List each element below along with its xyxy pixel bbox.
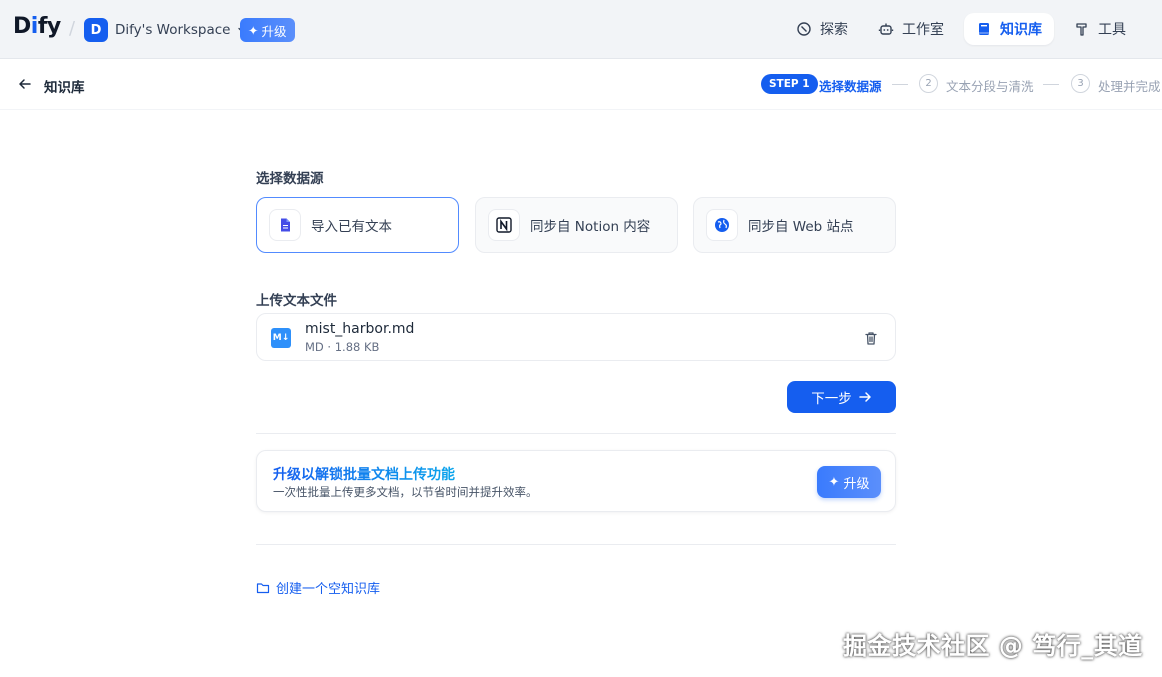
upgrade-banner: 升级以解锁批量文档上传功能 一次性批量上传更多文档，以节省时间并提升效率。 ✦ … [256, 450, 896, 512]
datasource-option-label: 同步自 Notion 内容 [530, 219, 651, 235]
file-text-icon [269, 209, 301, 241]
step-3-label: 处理并完成 [1098, 79, 1161, 94]
divider [256, 544, 896, 545]
sparkle-icon: ✦ [248, 22, 259, 38]
markdown-file-icon: M↓ [271, 328, 291, 348]
create-empty-knowledge-label: 创建一个空知识库 [276, 582, 381, 597]
nav-tools[interactable]: 工具 [1062, 13, 1138, 45]
next-step-label: 下一步 [811, 391, 852, 407]
sparkle-icon: ✦ [828, 474, 840, 490]
upgrade-banner-button[interactable]: ✦ 升级 [817, 466, 881, 498]
nav-studio[interactable]: 工作室 [866, 13, 956, 45]
watermark-text: 掘金技术社区 @ 笃行_其道 [843, 632, 1143, 660]
workspace-name: Dify's Workspace [115, 22, 231, 38]
datasource-option-web[interactable]: 同步自 Web 站点 [693, 197, 896, 253]
upgrade-label: 升级 [261, 23, 287, 39]
nav-explore-label: 探索 [820, 22, 848, 38]
nav-knowledge-label: 知识库 [1000, 22, 1042, 38]
upgrade-banner-subtitle: 一次性批量上传更多文档，以节省时间并提升效率。 [273, 485, 538, 499]
nav-explore[interactable]: 探索 [784, 13, 860, 45]
divider [256, 433, 896, 434]
step-3-number: 3 [1071, 74, 1090, 93]
uploaded-file-item[interactable]: M↓ mist_harbor.md MD · 1.88 KB [256, 313, 896, 361]
step-connector [1043, 84, 1059, 85]
step-2-label: 文本分段与清洗 [946, 79, 1034, 94]
robot-icon [878, 23, 894, 35]
globe-icon [706, 209, 738, 241]
datasource-option-label: 同步自 Web 站点 [748, 219, 854, 235]
next-step-button[interactable]: 下一步 [787, 381, 896, 413]
step-1-badge: STEP 1 [761, 74, 818, 94]
datasource-option-notion[interactable]: 同步自 Notion 内容 [475, 197, 678, 253]
nav-knowledge[interactable]: 知识库 [964, 13, 1054, 45]
step-connector [892, 84, 908, 85]
folder-icon [256, 582, 270, 593]
step-2-number: 2 [919, 74, 938, 93]
dify-logo[interactable]: Dify [13, 14, 61, 39]
notion-icon [488, 209, 520, 241]
datasource-option-import-text[interactable]: 导入已有文本 [256, 197, 459, 253]
page-header: 知识库 STEP 1 选择数据源 2 文本分段与清洗 3 处理并完成 [0, 59, 1162, 110]
workspace-switcher[interactable]: D Dify's Workspace [84, 18, 247, 42]
file-meta: MD · 1.88 KB [305, 340, 380, 354]
book-icon [979, 23, 989, 35]
trash-icon[interactable] [863, 330, 879, 346]
file-name: mist_harbor.md [305, 321, 415, 337]
create-empty-knowledge-link[interactable]: 创建一个空知识库 [256, 578, 380, 597]
upgrade-banner-title: 升级以解锁批量文档上传功能 [273, 464, 455, 484]
workspace-avatar: D [84, 18, 108, 42]
top-navigation-bar: Dify / D Dify's Workspace ✦ 升级 探索 工作室 知识… [0, 0, 1162, 59]
breadcrumb-separator: / [69, 18, 76, 39]
compass-icon [797, 22, 811, 36]
upload-section-title: 上传文本文件 [256, 293, 337, 309]
upgrade-button[interactable]: ✦ 升级 [240, 18, 295, 42]
nav-tools-label: 工具 [1098, 22, 1126, 38]
page-title: 知识库 [44, 80, 85, 96]
datasource-option-label: 导入已有文本 [311, 219, 392, 235]
step-1-label: 选择数据源 [819, 79, 882, 94]
nav-studio-label: 工作室 [902, 22, 944, 38]
hammer-icon [1076, 23, 1087, 36]
upgrade-banner-button-label: 升级 [843, 476, 870, 492]
datasource-section-title: 选择数据源 [256, 171, 324, 187]
arrow-right-icon [859, 392, 871, 402]
arrow-left-icon[interactable] [17, 76, 33, 92]
